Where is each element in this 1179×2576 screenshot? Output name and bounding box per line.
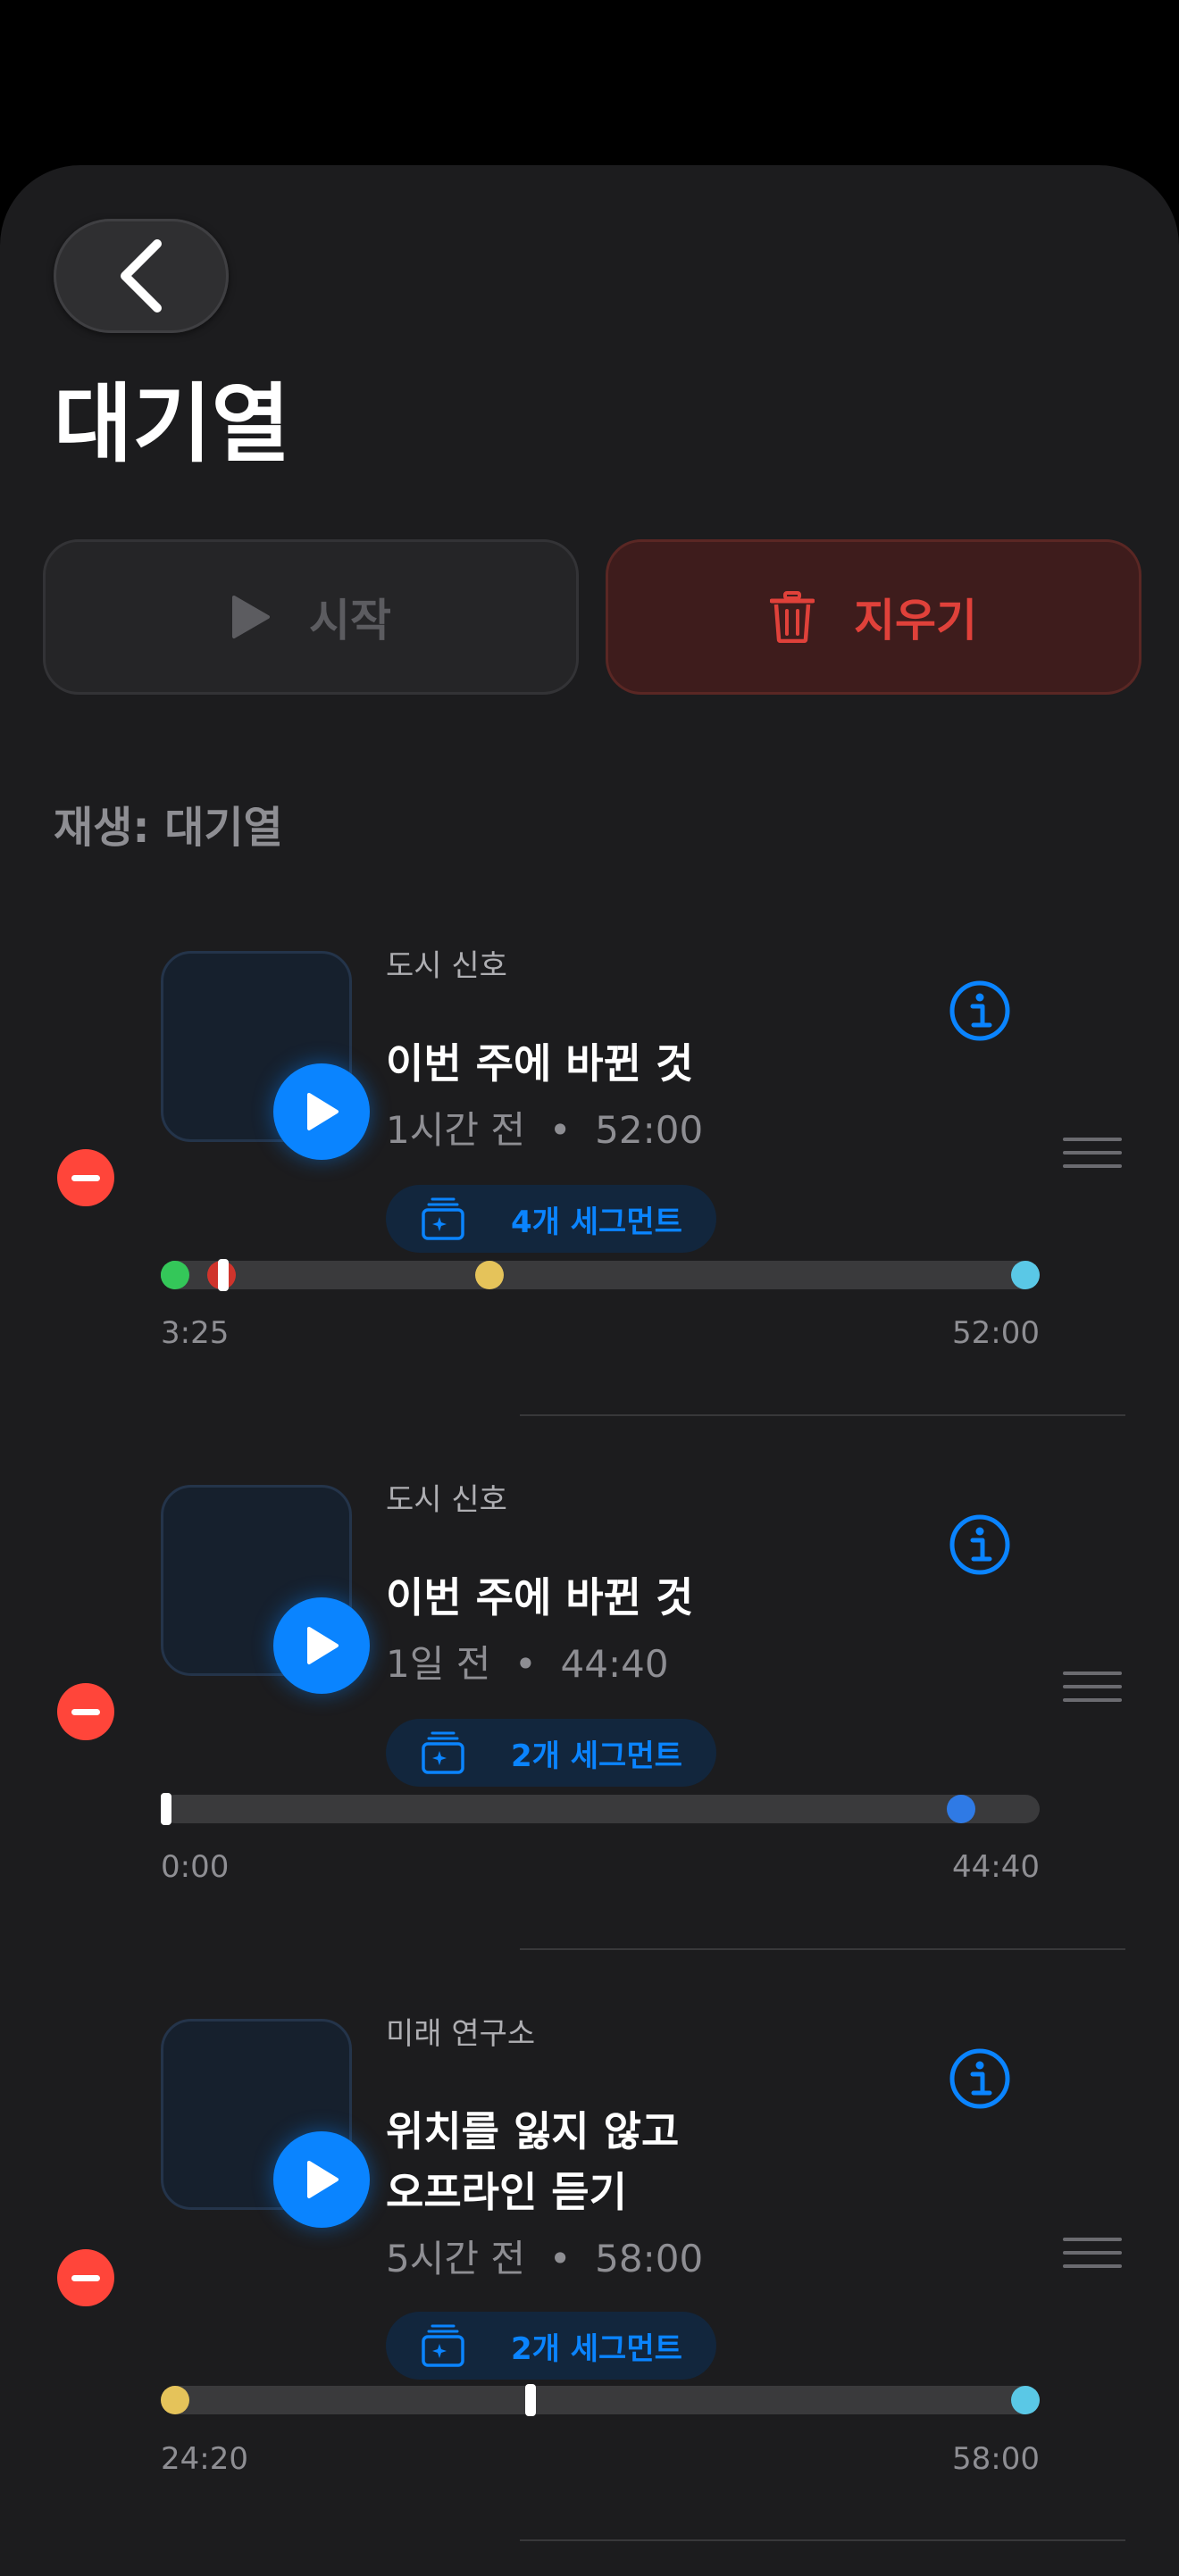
- clear-label: 지우기: [854, 595, 977, 646]
- episode-meta: 1일 전 • 44:40: [386, 1642, 669, 1686]
- segments-icon: [422, 2324, 464, 2367]
- segment-marker[interactable]: [161, 1261, 189, 1289]
- episode-meta: 5시간 전 • 58:00: [386, 2237, 704, 2280]
- drag-handle[interactable]: [1063, 1671, 1122, 1712]
- item-divider: [520, 2539, 1125, 2541]
- play-icon: [307, 1627, 339, 1664]
- start-button[interactable]: 시작: [43, 539, 579, 695]
- minus-icon: [71, 1174, 100, 1181]
- segments-icon: [422, 1197, 464, 1240]
- segment-marker[interactable]: [947, 1795, 975, 1823]
- progress-end-time: 52:00: [952, 1315, 1040, 1351]
- progress-track[interactable]: [161, 2384, 1040, 2416]
- segments-label: 4개 세그먼트: [511, 1204, 682, 1240]
- info-icon[interactable]: [949, 980, 1011, 1042]
- section-label: 재생: 대기열: [54, 803, 283, 853]
- episode-meta: 1시간 전 • 52:00: [386, 1108, 704, 1152]
- info-icon[interactable]: [949, 1513, 1011, 1576]
- back-button[interactable]: [54, 219, 229, 333]
- progress-start-time: 24:20: [161, 2441, 248, 2477]
- queue-item[interactable]: 도시 신호 이번 주에 바뀐 것 1일 전 • 44:40 2개 세그먼트 0:…: [0, 1480, 1179, 1954]
- drag-handle[interactable]: [1063, 2238, 1122, 2278]
- segment-marker[interactable]: [1011, 1261, 1040, 1289]
- item-divider: [520, 1948, 1125, 1950]
- progress-track[interactable]: [161, 1259, 1040, 1291]
- play-button[interactable]: [273, 1597, 370, 1694]
- segments-badge[interactable]: 4개 세그먼트: [386, 1185, 716, 1253]
- item-divider: [520, 1414, 1125, 1416]
- progress-track[interactable]: [161, 1793, 1040, 1825]
- segment-marker[interactable]: [1011, 2386, 1040, 2414]
- remove-button[interactable]: [57, 1149, 114, 1206]
- queue-item[interactable]: 도시 신호 이번 주에 바뀐 것 1시간 전 • 52:00 4개 세그먼트 3…: [0, 946, 1179, 1420]
- progress-start-time: 0:00: [161, 1849, 230, 1885]
- clear-button[interactable]: 지우기: [606, 539, 1141, 695]
- segments-badge[interactable]: 2개 세그먼트: [386, 2312, 716, 2380]
- progress-start-time: 3:25: [161, 1315, 230, 1351]
- podcast-name: 미래 연구소: [386, 2016, 536, 2052]
- remove-button[interactable]: [57, 2249, 114, 2306]
- play-button[interactable]: [273, 2131, 370, 2228]
- podcast-name: 도시 신호: [386, 1482, 507, 1518]
- episode-title-line-1[interactable]: 위치를 잃지 않고: [386, 2102, 679, 2161]
- segment-marker[interactable]: [161, 2386, 189, 2414]
- drag-handle[interactable]: [1063, 1138, 1122, 1178]
- queue-item[interactable]: 미래 연구소 위치를 잃지 않고 오프라인 듣기 5시간 전 • 58:00 2…: [0, 2014, 1179, 2550]
- episode-title[interactable]: 이번 주에 바뀐 것: [386, 1568, 693, 1627]
- episode-title[interactable]: 이번 주에 바뀐 것: [386, 1034, 693, 1093]
- playhead[interactable]: [218, 1259, 229, 1291]
- page-title: 대기열: [54, 374, 290, 474]
- podcast-name: 도시 신호: [386, 948, 507, 984]
- remove-button[interactable]: [57, 1683, 114, 1740]
- segments-icon: [422, 1731, 464, 1774]
- segments-label: 2개 세그먼트: [511, 1738, 682, 1774]
- play-button[interactable]: [273, 1063, 370, 1160]
- start-label: 시작: [309, 595, 391, 646]
- segments-badge[interactable]: 2개 세그먼트: [386, 1719, 716, 1787]
- segments-label: 2개 세그먼트: [511, 2330, 682, 2367]
- playhead[interactable]: [161, 1793, 171, 1825]
- play-icon: [307, 1093, 339, 1130]
- playhead[interactable]: [525, 2384, 536, 2416]
- info-icon[interactable]: [949, 2047, 1011, 2110]
- trash-icon: [770, 591, 815, 643]
- progress-end-time: 44:40: [952, 1849, 1040, 1885]
- episode-title-line-2[interactable]: 오프라인 듣기: [386, 2163, 627, 2222]
- minus-icon: [71, 2274, 100, 2281]
- play-icon: [232, 596, 270, 638]
- chevron-left-icon: [121, 239, 162, 313]
- segment-marker[interactable]: [475, 1261, 504, 1289]
- minus-icon: [71, 1708, 100, 1715]
- play-icon: [307, 2161, 339, 2198]
- progress-end-time: 58:00: [952, 2441, 1040, 2477]
